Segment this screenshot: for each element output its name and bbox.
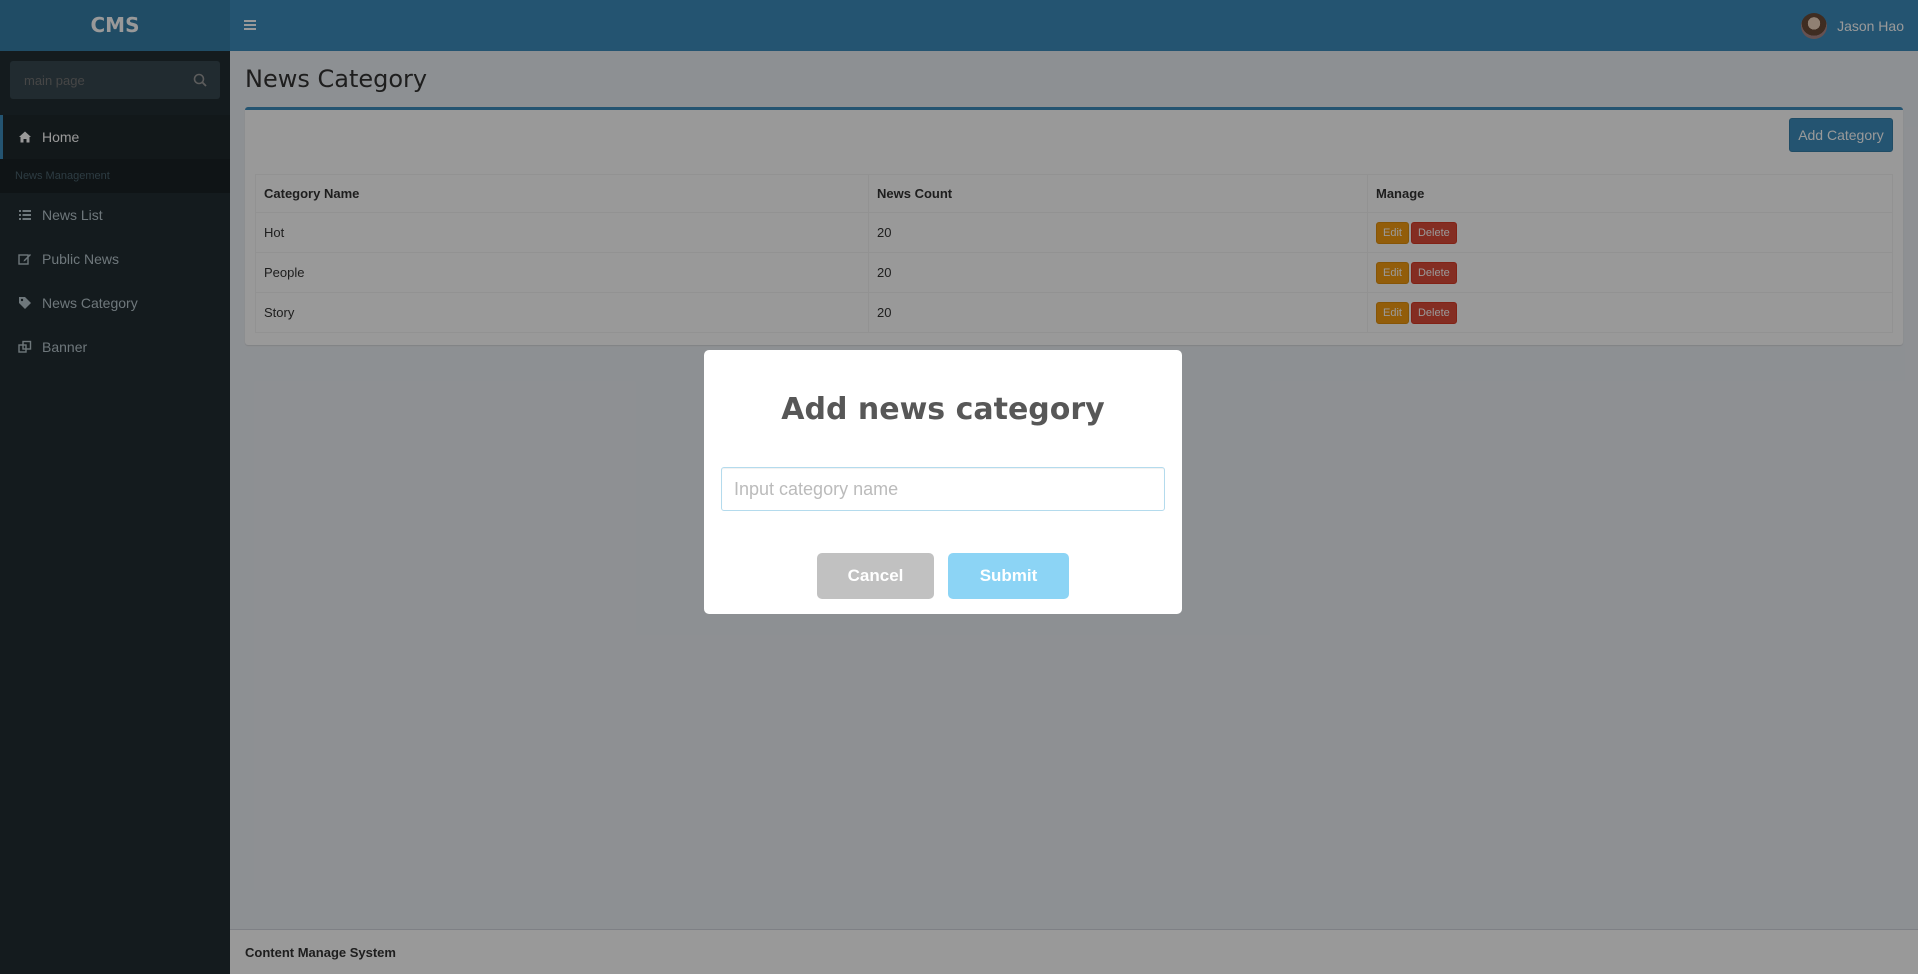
add-category-modal: Add news category Cancel Submit — [704, 350, 1182, 614]
submit-button[interactable]: Submit — [948, 553, 1069, 599]
modal-title: Add news category — [781, 392, 1105, 427]
category-name-input[interactable] — [721, 467, 1165, 511]
cancel-button[interactable]: Cancel — [817, 553, 934, 599]
